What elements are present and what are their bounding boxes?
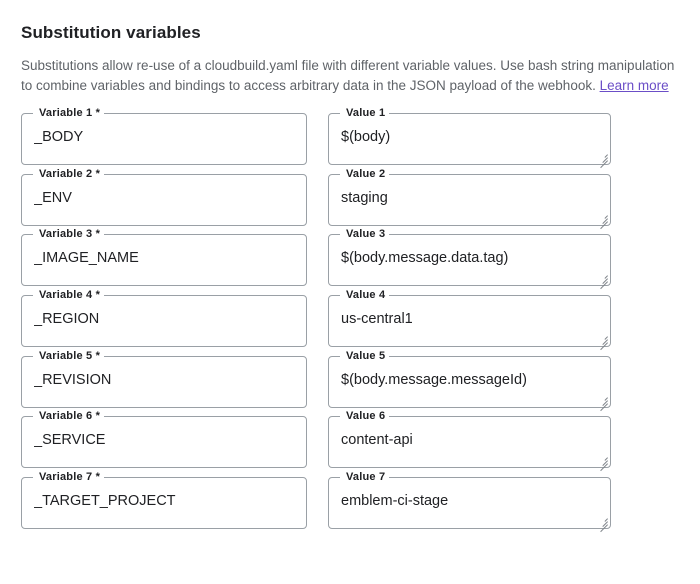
value-1-value[interactable]: $(body)	[341, 127, 596, 147]
value-1-field[interactable]: Value 1 $(body)	[328, 107, 611, 169]
substitution-row: Variable 3 * _IMAGE_NAME Value 3 $(body.…	[21, 228, 700, 295]
variable-7-label: Variable 7 *	[36, 471, 104, 485]
section-description: Substitutions allow re-use of a cloudbui…	[21, 56, 680, 96]
variable-4-label: Variable 4 *	[36, 289, 104, 303]
value-6-value[interactable]: content-api	[341, 430, 596, 450]
value-1-label: Value 1	[343, 107, 389, 120]
value-6-label: Value 6	[343, 410, 389, 424]
resize-handle-icon[interactable]	[597, 454, 608, 472]
value-7-label: Value 7	[343, 471, 389, 485]
substitution-variables-panel: Substitution variables Substitutions all…	[0, 0, 700, 584]
variable-5-label: Variable 5 *	[36, 349, 104, 363]
substitution-row: Variable 7 * _TARGET_PROJECT Value 7 emb…	[21, 471, 700, 538]
variable-3-field[interactable]: Variable 3 * _IMAGE_NAME	[21, 228, 307, 287]
variable-2-field[interactable]: Variable 2 * _ENV	[21, 167, 307, 226]
substitution-row: Variable 1 * _BODY Value 1 $(body)	[21, 107, 700, 174]
variable-3-value[interactable]: _IMAGE_NAME	[34, 248, 292, 268]
variable-6-label: Variable 6 *	[36, 410, 104, 424]
resize-handle-icon[interactable]	[597, 394, 608, 411]
variable-5-value[interactable]: _REVISION	[34, 370, 292, 390]
value-2-value[interactable]: staging	[341, 188, 596, 208]
variable-7-field[interactable]: Variable 7 * _TARGET_PROJECT	[21, 471, 307, 530]
variable-7-value[interactable]: _TARGET_PROJECT	[34, 491, 292, 511]
value-4-field[interactable]: Value 4 us-central1	[328, 289, 611, 351]
resize-handle-icon[interactable]	[597, 212, 608, 229]
variable-1-label: Variable 1 *	[36, 107, 104, 120]
variable-1-value[interactable]: _BODY	[34, 127, 292, 147]
value-7-field[interactable]: Value 7 emblem-ci-stage	[328, 471, 611, 533]
panel-header: Substitution variables Substitutions all…	[0, 0, 700, 96]
variable-5-field[interactable]: Variable 5 * _REVISION	[21, 349, 307, 408]
value-3-label: Value 3	[343, 228, 389, 242]
section-description-text: Substitutions allow re-use of a cloudbui…	[21, 58, 675, 93]
resize-handle-icon[interactable]	[597, 515, 608, 533]
value-3-field[interactable]: Value 3 $(body.message.data.tag)	[328, 228, 611, 290]
value-2-field[interactable]: Value 2 staging	[328, 167, 611, 229]
value-4-label: Value 4	[343, 289, 389, 303]
variable-2-value[interactable]: _ENV	[34, 188, 292, 208]
substitution-row: Variable 2 * _ENV Value 2 staging	[21, 167, 700, 235]
value-4-value[interactable]: us-central1	[341, 309, 596, 329]
variable-4-value[interactable]: _REGION	[34, 309, 292, 329]
value-6-field[interactable]: Value 6 content-api	[328, 410, 611, 472]
value-5-value[interactable]: $(body.message.messageId)	[341, 370, 596, 390]
learn-more-link[interactable]: Learn more	[600, 78, 669, 93]
value-5-label: Value 5	[343, 349, 389, 363]
substitution-row: Variable 5 * _REVISION Value 5 $(body.me…	[21, 349, 700, 417]
substitution-row: Variable 4 * _REGION Value 4 us-central1	[21, 289, 700, 356]
page-title: Substitution variables	[21, 23, 201, 42]
resize-handle-icon[interactable]	[597, 151, 608, 169]
variable-3-label: Variable 3 *	[36, 228, 104, 242]
variable-6-field[interactable]: Variable 6 * _SERVICE	[21, 410, 307, 469]
value-2-label: Value 2	[343, 167, 389, 181]
value-3-value[interactable]: $(body.message.data.tag)	[341, 248, 596, 268]
substitution-row: Variable 6 * _SERVICE Value 6 content-ap…	[21, 410, 700, 477]
variable-6-value[interactable]: _SERVICE	[34, 430, 292, 450]
resize-handle-icon[interactable]	[597, 272, 608, 290]
resize-handle-icon[interactable]	[597, 333, 608, 351]
value-7-value[interactable]: emblem-ci-stage	[341, 491, 596, 511]
variable-2-label: Variable 2 *	[36, 167, 104, 181]
variable-1-field[interactable]: Variable 1 * _BODY	[21, 107, 307, 165]
substitution-variable-list: Variable 1 * _BODY Value 1 $(body) Varia…	[0, 107, 700, 538]
value-5-field[interactable]: Value 5 $(body.message.messageId)	[328, 349, 611, 411]
variable-4-field[interactable]: Variable 4 * _REGION	[21, 289, 307, 348]
